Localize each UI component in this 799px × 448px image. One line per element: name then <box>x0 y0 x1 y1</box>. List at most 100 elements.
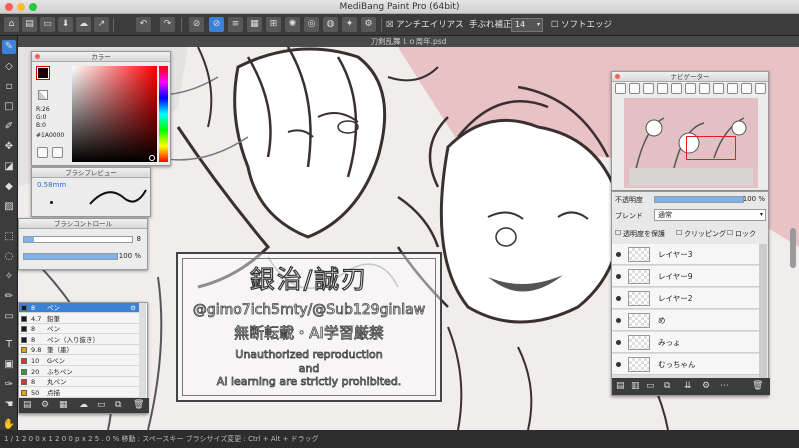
text-tool-icon[interactable]: T <box>2 338 16 352</box>
save-icon[interactable]: ⬇ <box>58 17 73 32</box>
add-brush-icon[interactable]: ▤ <box>23 400 32 410</box>
new-file-icon[interactable]: ▤ <box>22 17 37 32</box>
minimize-window-button[interactable] <box>17 3 25 11</box>
move-tool-icon[interactable]: ✥ <box>2 140 16 154</box>
fit-view-icon[interactable] <box>643 83 654 94</box>
redo-icon[interactable]: ↷ <box>160 17 175 32</box>
frame-tool-icon[interactable]: ▣ <box>2 358 16 372</box>
layer-opacity-slider[interactable] <box>654 196 744 203</box>
brush-list-item[interactable]: 20 ふちペン <box>19 366 139 377</box>
undo-icon[interactable]: ↶ <box>136 17 151 32</box>
new-folder-icon[interactable]: ▭ <box>646 381 655 391</box>
brush-list-item[interactable]: 9.8 筆（墨） <box>19 345 139 356</box>
view-settings-icon[interactable] <box>755 83 766 94</box>
brush-settings-icon[interactable]: ⚙ <box>41 400 49 410</box>
layer-settings-icon[interactable]: ⚙ <box>702 381 710 391</box>
foreground-color-swatch[interactable] <box>36 66 50 80</box>
layer-visibility-icon[interactable] <box>616 340 621 345</box>
select-pen-tool-icon[interactable]: ✏ <box>2 290 16 304</box>
reset-view-icon[interactable] <box>741 83 752 94</box>
brush-list-item[interactable]: 8 ペン（入り抜き） <box>19 334 139 345</box>
layer-row[interactable]: レイヤー9 <box>612 266 760 287</box>
stabilizer-select[interactable]: 14 ▾ <box>511 18 543 32</box>
snap-vanish-icon[interactable]: ✦ <box>342 17 357 32</box>
reset-rotation-icon[interactable] <box>699 83 710 94</box>
new-layer-icon[interactable]: ▤ <box>616 381 625 391</box>
flip-horizontal-icon[interactable] <box>713 83 724 94</box>
dot-tool-icon[interactable]: ▫ <box>2 80 16 94</box>
navigator-thumbnail[interactable] <box>624 98 758 188</box>
blend-mode-select[interactable]: 通常 ▾ <box>654 209 766 221</box>
snap-curve-icon[interactable]: ◍ <box>323 17 338 32</box>
layer-visibility-icon[interactable] <box>616 318 621 323</box>
layer-row[interactable]: レイヤー2 <box>612 288 760 309</box>
brush-copy-icon[interactable]: ⧉ <box>115 400 121 410</box>
layer-visibility-icon[interactable] <box>616 296 621 301</box>
brush-folder2-icon[interactable]: ▭ <box>97 400 106 410</box>
antialias-checkbox[interactable]: ☒ <box>386 18 394 32</box>
close-window-button[interactable] <box>5 3 13 11</box>
hand-tool-icon[interactable]: ☚ <box>2 398 16 412</box>
zoom-window-button[interactable] <box>29 3 37 11</box>
brush-settings-gear-icon[interactable]: ⚙ <box>130 303 136 313</box>
open-file-icon[interactable]: ▭ <box>40 17 55 32</box>
cloud-icon[interactable]: ☁ <box>76 17 91 32</box>
brush-list-item[interactable]: 10 Gペン <box>19 356 139 366</box>
zoom-out-icon[interactable] <box>629 83 640 94</box>
panel-close-button[interactable] <box>35 54 40 59</box>
brush-tool-icon[interactable]: ✎ <box>2 40 16 54</box>
rotate-right-icon[interactable] <box>685 83 696 94</box>
brush-size-slider[interactable] <box>23 236 133 243</box>
layer-row[interactable]: むっちゃん <box>612 354 760 375</box>
protect-alpha-checkbox[interactable]: ☐ <box>615 229 621 237</box>
new-halftone-layer-icon[interactable]: ▥ <box>631 381 640 391</box>
transparent-color-swatch[interactable] <box>38 90 48 100</box>
merge-down-icon[interactable]: ⇊ <box>684 381 692 391</box>
brush-list-item[interactable]: 8 ペン ⚙ <box>19 303 139 313</box>
divide-tool-icon[interactable]: ▭ <box>2 310 16 324</box>
share-icon[interactable]: ↗ <box>94 17 109 32</box>
lasso-tool-icon[interactable]: ◌ <box>2 250 16 264</box>
flip-vertical-icon[interactable] <box>727 83 738 94</box>
rotate-left-icon[interactable] <box>671 83 682 94</box>
snap-active-icon[interactable]: ⊘ <box>209 17 224 32</box>
brush-list-item[interactable]: 4.7 鉛筆 <box>19 313 139 324</box>
layer-visibility-icon[interactable] <box>616 252 621 257</box>
zoom-in-icon[interactable] <box>615 83 626 94</box>
brush-cloud-icon[interactable]: ☁ <box>79 400 88 410</box>
snap-parallel-icon[interactable]: ≡ <box>228 17 243 32</box>
magic-wand-tool-icon[interactable]: ✧ <box>2 270 16 284</box>
snap-off-icon[interactable]: ⊘ <box>189 17 204 32</box>
pen-tool-icon[interactable]: ✐ <box>2 120 16 134</box>
color-picker-icon[interactable] <box>37 147 48 158</box>
snap-circle-icon[interactable]: ◎ <box>304 17 319 32</box>
brush-list-item[interactable]: 8 ペン <box>19 324 139 335</box>
select-tool-icon[interactable]: ⬚ <box>2 230 16 244</box>
snap-settings-icon[interactable]: ⚙ <box>361 17 376 32</box>
navigator-viewport-indicator[interactable] <box>686 136 736 160</box>
brush-list-scrollbar[interactable] <box>139 303 146 399</box>
layer-delete-icon[interactable]: 🗑 <box>752 381 763 391</box>
soft-edge-checkbox[interactable]: ☐ <box>551 18 559 32</box>
eyedropper-tool-icon[interactable]: ✑ <box>2 378 16 392</box>
color-hex-value[interactable]: #1A0000 <box>36 132 64 139</box>
brush-list-item[interactable]: 8 丸ペン <box>19 377 139 388</box>
layer-list-scrollbar[interactable] <box>759 244 767 378</box>
gradient-tool-icon[interactable]: ▨ <box>2 200 16 214</box>
layer-more-icon[interactable]: ⋯ <box>720 381 729 391</box>
clipping-checkbox[interactable]: ☐ <box>676 229 682 237</box>
snap-cross-icon[interactable]: ▦ <box>247 17 262 32</box>
layer-row[interactable]: みっょ <box>612 332 760 353</box>
hue-slider[interactable] <box>159 66 168 162</box>
actual-size-icon[interactable] <box>657 83 668 94</box>
layer-row[interactable]: レイヤー3 <box>612 244 760 265</box>
fill-tool-icon[interactable]: ◪ <box>2 160 16 174</box>
shape-tool-icon[interactable]: □ <box>2 100 16 114</box>
snap-grid-icon[interactable]: ⊞ <box>266 17 281 32</box>
home-icon[interactable]: ⌂ <box>4 17 19 32</box>
brush-folder-icon[interactable]: ▦ <box>59 400 68 410</box>
bucket-tool-icon[interactable]: ◆ <box>2 180 16 194</box>
eraser-tool-icon[interactable]: ◇ <box>2 60 16 74</box>
color-palette-icon[interactable] <box>52 147 63 158</box>
canvas-vertical-scrollbar[interactable] <box>790 228 796 268</box>
